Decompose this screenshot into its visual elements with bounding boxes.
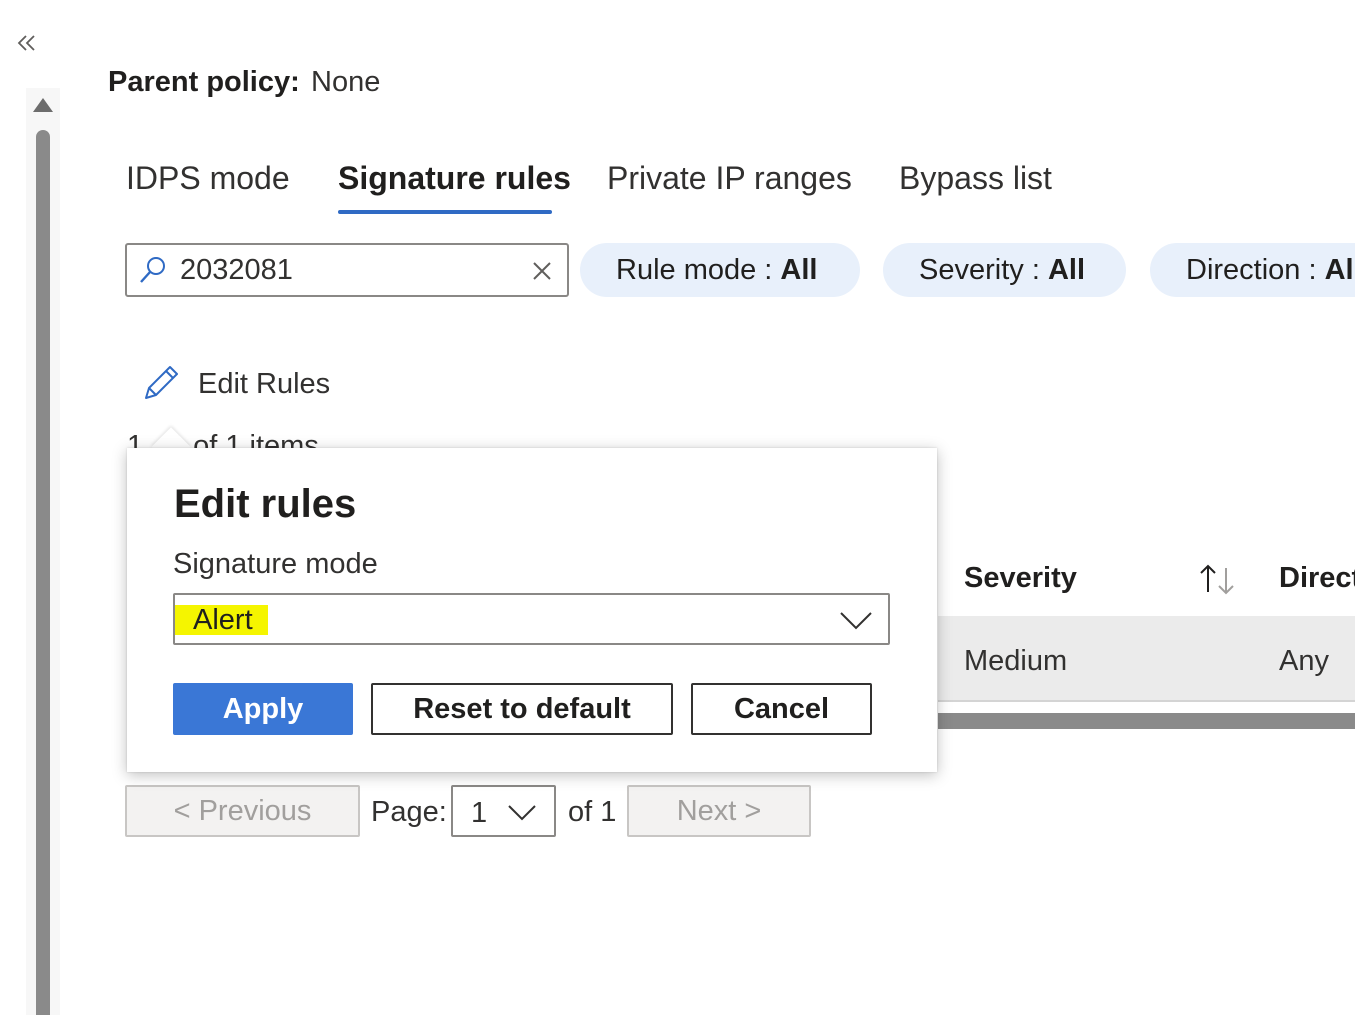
- apply-button[interactable]: Apply: [173, 683, 353, 735]
- chevron-down-icon: [506, 801, 538, 823]
- filter-severity-key: Severity: [919, 254, 1024, 286]
- popover-title: Edit rules: [174, 482, 357, 526]
- page-count-label: of 1: [568, 796, 617, 828]
- scroll-up-arrow-icon[interactable]: [33, 98, 53, 112]
- reset-to-default-button[interactable]: Reset to default: [371, 683, 673, 735]
- column-header-direction[interactable]: Direct: [1279, 562, 1355, 595]
- parent-policy-value: None: [311, 66, 381, 98]
- row-divider: [938, 700, 1355, 702]
- column-header-severity[interactable]: Severity: [964, 562, 1077, 595]
- clear-search-icon[interactable]: [530, 259, 554, 283]
- collapse-panel-icon[interactable]: [14, 30, 40, 56]
- edit-rules-button[interactable]: Edit Rules: [198, 368, 330, 401]
- filter-severity[interactable]: Severity : All: [883, 243, 1126, 297]
- page-select-value: 1: [471, 797, 488, 829]
- page-select[interactable]: [451, 785, 556, 837]
- filter-rule-mode[interactable]: Rule mode : All: [580, 243, 860, 297]
- signature-mode-dropdown[interactable]: [173, 593, 890, 645]
- cell-direction: Any: [1279, 645, 1329, 677]
- filter-severity-value: All: [1047, 254, 1085, 286]
- filter-direction-key: Direction: [1186, 254, 1301, 286]
- tab-idps-mode[interactable]: IDPS mode: [126, 160, 290, 197]
- previous-page-button[interactable]: < Previous: [125, 785, 360, 837]
- cancel-button[interactable]: Cancel: [691, 683, 872, 735]
- search-input[interactable]: [180, 250, 520, 290]
- pencil-icon[interactable]: [140, 362, 182, 404]
- search-icon: [138, 255, 168, 285]
- active-tab-indicator: [338, 210, 552, 214]
- tab-bypass-list[interactable]: Bypass list: [899, 160, 1052, 197]
- popover-beak-cover: [147, 448, 197, 468]
- sort-icon[interactable]: [1196, 562, 1240, 596]
- filter-direction[interactable]: Direction : All: [1150, 243, 1355, 297]
- signature-mode-label: Signature mode: [173, 548, 378, 580]
- scrollbar-thumb[interactable]: [36, 130, 50, 1015]
- filter-rule-mode-value: All: [780, 254, 818, 286]
- cell-severity: Medium: [964, 645, 1068, 677]
- next-page-button[interactable]: Next >: [627, 785, 811, 837]
- signature-mode-selected: Alert: [193, 604, 253, 636]
- chevron-down-icon[interactable]: [838, 609, 874, 631]
- horizontal-scrollbar[interactable]: [938, 713, 1355, 729]
- tab-signature-rules[interactable]: Signature rules: [338, 160, 571, 197]
- parent-policy-label: Parent policy:: [108, 66, 300, 98]
- tab-private-ip-ranges[interactable]: Private IP ranges: [607, 160, 852, 197]
- filter-rule-mode-key: Rule mode: [616, 254, 757, 286]
- page-label: Page:: [371, 796, 447, 828]
- filter-direction-value: All: [1324, 254, 1355, 286]
